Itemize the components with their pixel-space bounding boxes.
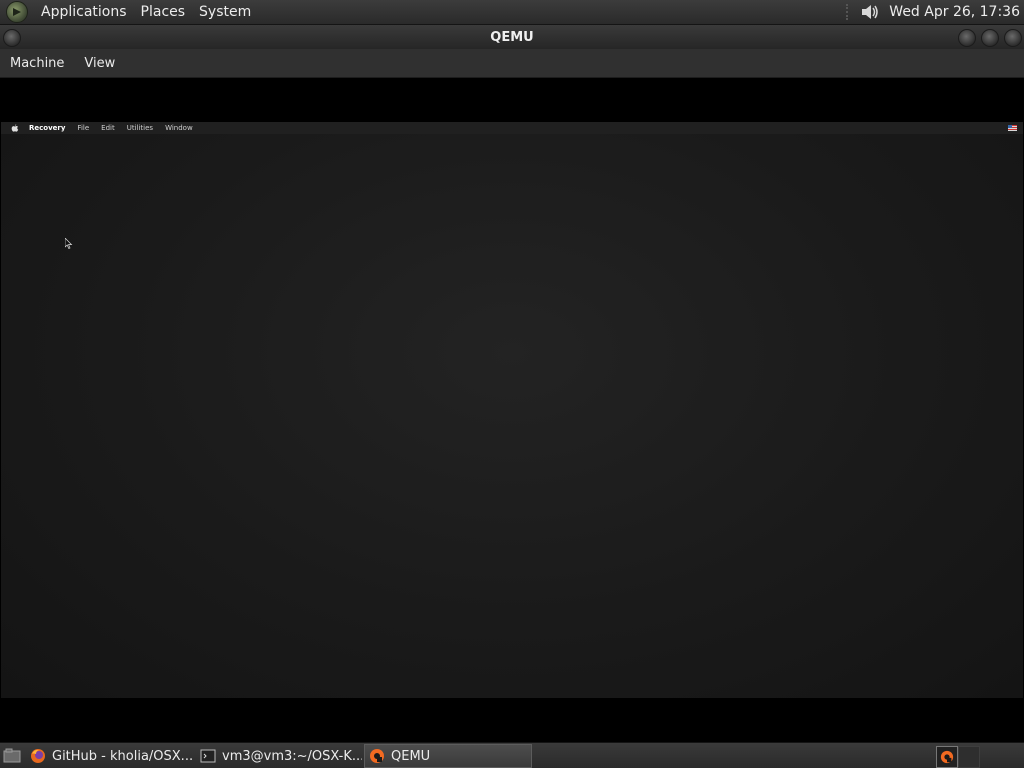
top-panel: Applications Places System Wed Apr 26, 1… bbox=[0, 0, 1024, 25]
guest-menu-recovery[interactable]: Recovery bbox=[23, 124, 71, 132]
task-label: GitHub - kholia/OSX... bbox=[52, 748, 194, 764]
guest-menubar: Recovery File Edit Utilities Window bbox=[1, 122, 1023, 134]
menu-places[interactable]: Places bbox=[134, 4, 193, 20]
task-firefox[interactable]: GitHub - kholia/OSX... bbox=[26, 745, 194, 767]
task-label: vm3@vm3:~/OSX-K... bbox=[222, 748, 362, 764]
terminal-icon bbox=[200, 749, 216, 763]
window-title: QEMU bbox=[490, 29, 534, 45]
task-label: QEMU bbox=[391, 748, 431, 764]
guest-menu-file[interactable]: File bbox=[71, 124, 95, 132]
close-button[interactable] bbox=[1004, 29, 1022, 47]
minimize-button[interactable] bbox=[958, 29, 976, 47]
qemu-icon bbox=[370, 749, 384, 763]
show-desktop-icon[interactable] bbox=[2, 747, 22, 765]
workspace-2[interactable] bbox=[958, 746, 980, 768]
window-menu-button[interactable] bbox=[3, 29, 21, 47]
apple-icon[interactable] bbox=[11, 124, 19, 132]
guest-menu-utilities[interactable]: Utilities bbox=[121, 124, 159, 132]
menu-applications[interactable]: Applications bbox=[34, 4, 134, 20]
gnome-foot-icon[interactable] bbox=[6, 1, 28, 23]
qemu-menubar: Machine View bbox=[0, 49, 1024, 78]
qemu-icon bbox=[940, 750, 954, 764]
firefox-icon bbox=[31, 749, 45, 763]
menu-system[interactable]: System bbox=[192, 4, 258, 20]
guest-screen[interactable]: Recovery File Edit Utilities Window bbox=[1, 122, 1023, 698]
guest-menu-edit[interactable]: Edit bbox=[95, 124, 121, 132]
task-terminal[interactable]: vm3@vm3:~/OSX-K... bbox=[196, 745, 362, 767]
mouse-cursor-icon bbox=[65, 238, 73, 249]
desktop: Applications Places System Wed Apr 26, 1… bbox=[0, 0, 1024, 768]
workspace-1[interactable] bbox=[936, 746, 958, 768]
task-qemu[interactable]: QEMU bbox=[364, 744, 532, 768]
speaker-icon[interactable] bbox=[859, 2, 881, 22]
window-titlebar[interactable]: QEMU bbox=[0, 25, 1024, 49]
bottom-taskbar: GitHub - kholia/OSX... vm3@vm3:~/OSX-K..… bbox=[0, 742, 1024, 768]
menu-view[interactable]: View bbox=[74, 56, 125, 71]
us-flag-icon[interactable] bbox=[1008, 125, 1017, 131]
panel-tray: Wed Apr 26, 17:36 bbox=[846, 0, 1024, 24]
panel-clock[interactable]: Wed Apr 26, 17:36 bbox=[889, 4, 1024, 20]
panel-grip bbox=[846, 4, 851, 20]
maximize-button[interactable] bbox=[981, 29, 999, 47]
vm-display[interactable]: Recovery File Edit Utilities Window bbox=[0, 78, 1024, 742]
menu-machine[interactable]: Machine bbox=[0, 56, 74, 71]
guest-menu-window[interactable]: Window bbox=[159, 124, 199, 132]
